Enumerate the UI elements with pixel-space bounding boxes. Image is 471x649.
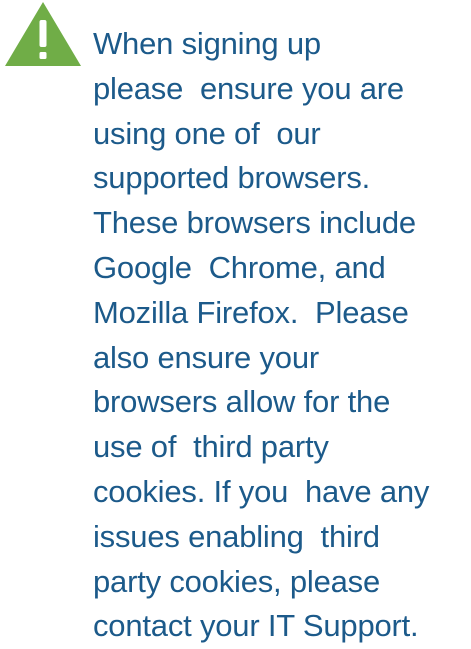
notice-line: please ensure you are bbox=[93, 70, 404, 106]
browser-support-notice: When signing up please ensure you are us… bbox=[0, 0, 471, 649]
notice-line: browsers allow for the bbox=[93, 384, 391, 420]
notice-line: Mozilla Firefox. Please bbox=[93, 294, 409, 330]
notice-line: When signing up bbox=[93, 26, 321, 61]
notice-line: using one of our bbox=[93, 115, 321, 151]
notice-line: These browsers include bbox=[93, 205, 416, 241]
notice-line: cookies. If you have any bbox=[93, 473, 430, 509]
notice-line: use of third party bbox=[93, 429, 329, 465]
notice-line: Google Chrome, and bbox=[93, 249, 386, 285]
notice-line: party cookies, please bbox=[93, 563, 381, 599]
warning-triangle-icon bbox=[3, 0, 83, 68]
notice-line: supported browsers. bbox=[93, 160, 371, 196]
notice-line: also ensure your bbox=[93, 339, 319, 375]
notice-line: contact your IT Support. bbox=[93, 608, 419, 644]
notice-message: When signing up please ensure you are us… bbox=[93, 22, 471, 649]
notice-line: issues enabling third bbox=[93, 518, 380, 554]
